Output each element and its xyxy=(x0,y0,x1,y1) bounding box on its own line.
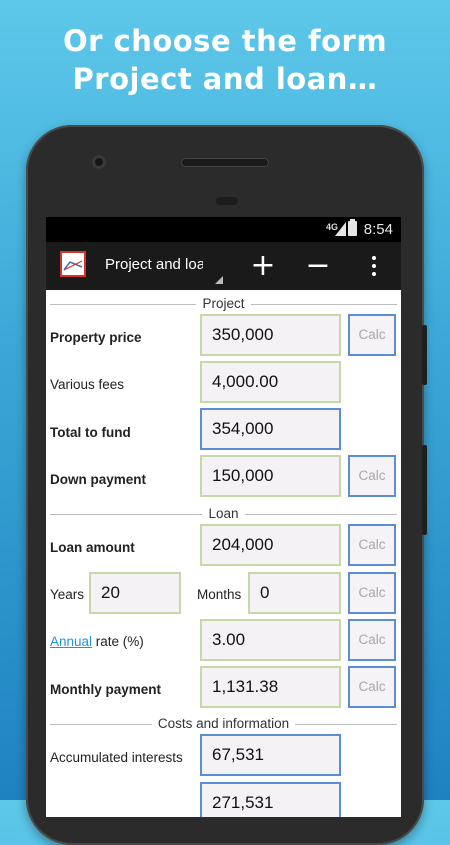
section-header-costs: Costs and information xyxy=(50,716,397,732)
accumulated-interests-input[interactable]: 67,531 xyxy=(200,734,341,776)
years-label: Years xyxy=(50,587,85,602)
total-to-fund-label: Total to fund xyxy=(50,425,131,440)
months-label: Months xyxy=(197,587,242,602)
monthly-payment-label: Monthly payment xyxy=(50,682,162,697)
section-title-loan: Loan xyxy=(202,506,245,521)
phone-screen: 4G 8:54 Project and loan + − Project Pro… xyxy=(46,217,401,817)
app-logo-icon xyxy=(60,251,86,277)
accumulated-interests-label: Accumulated interests xyxy=(50,750,183,765)
various-fees-input[interactable]: 4,000.00 xyxy=(200,361,341,403)
total-to-fund-input[interactable]: 354,000 xyxy=(200,408,341,450)
status-bar: 4G 8:54 xyxy=(46,217,401,242)
signal-icon xyxy=(335,222,346,236)
loan-amount-calc-button[interactable]: Calc xyxy=(348,524,396,566)
remove-button[interactable]: − xyxy=(301,246,335,286)
months-input[interactable]: 0 xyxy=(248,572,341,614)
down-payment-calc-button[interactable]: Calc xyxy=(348,455,396,497)
annual-rate-label: Annual rate (%) xyxy=(50,634,144,649)
property-price-calc-button[interactable]: Calc xyxy=(348,314,396,356)
logo-graph-icon xyxy=(63,260,83,271)
earpiece-speaker xyxy=(181,158,269,167)
section-title-costs: Costs and information xyxy=(151,716,296,731)
section-header-project: Project xyxy=(50,296,397,312)
monthly-payment-calc-button[interactable]: Calc xyxy=(348,666,396,708)
proximity-sensor xyxy=(216,197,238,205)
phone-side-button-bottom xyxy=(422,445,427,535)
loan-amount-label: Loan amount xyxy=(50,540,135,555)
monthly-payment-input[interactable]: 1,131.38 xyxy=(200,666,341,708)
down-payment-label: Down payment xyxy=(50,472,147,487)
form-selector-label: Project and loan xyxy=(105,256,203,273)
phone-side-button-top xyxy=(422,325,427,385)
promo-line-2: Project and loan… xyxy=(72,62,378,96)
various-fees-label: Various fees xyxy=(50,377,125,392)
form-content: Project Property price 350,000 Calc Vari… xyxy=(46,290,401,817)
add-button[interactable]: + xyxy=(246,246,280,286)
annual-rate-label-rest: rate (%) xyxy=(92,634,144,649)
status-time: 8:54 xyxy=(363,221,393,238)
promo-headline: Or choose the form Project and loan… xyxy=(0,22,450,98)
loan-amount-input[interactable]: 204,000 xyxy=(200,524,341,566)
section-title-project: Project xyxy=(196,296,251,311)
dropdown-triangle-icon xyxy=(215,276,223,284)
front-camera xyxy=(92,155,106,169)
down-payment-input[interactable]: 150,000 xyxy=(200,455,341,497)
battery-icon xyxy=(348,219,357,236)
annual-rate-calc-button[interactable]: Calc xyxy=(348,619,396,661)
section-header-loan: Loan xyxy=(50,506,397,522)
months-calc-button[interactable]: Calc xyxy=(348,572,396,614)
property-price-input[interactable]: 350,000 xyxy=(200,314,341,356)
annual-link[interactable]: Annual xyxy=(50,634,92,649)
app-toolbar: Project and loan + − xyxy=(46,242,401,290)
overflow-menu-icon[interactable] xyxy=(364,246,384,286)
form-selector-spinner[interactable]: Project and loan xyxy=(105,256,223,284)
years-input[interactable]: 20 xyxy=(89,572,181,614)
promo-line-1: Or choose the form xyxy=(62,24,388,58)
property-price-label: Property price xyxy=(50,330,142,345)
annual-rate-input[interactable]: 3.00 xyxy=(200,619,341,661)
